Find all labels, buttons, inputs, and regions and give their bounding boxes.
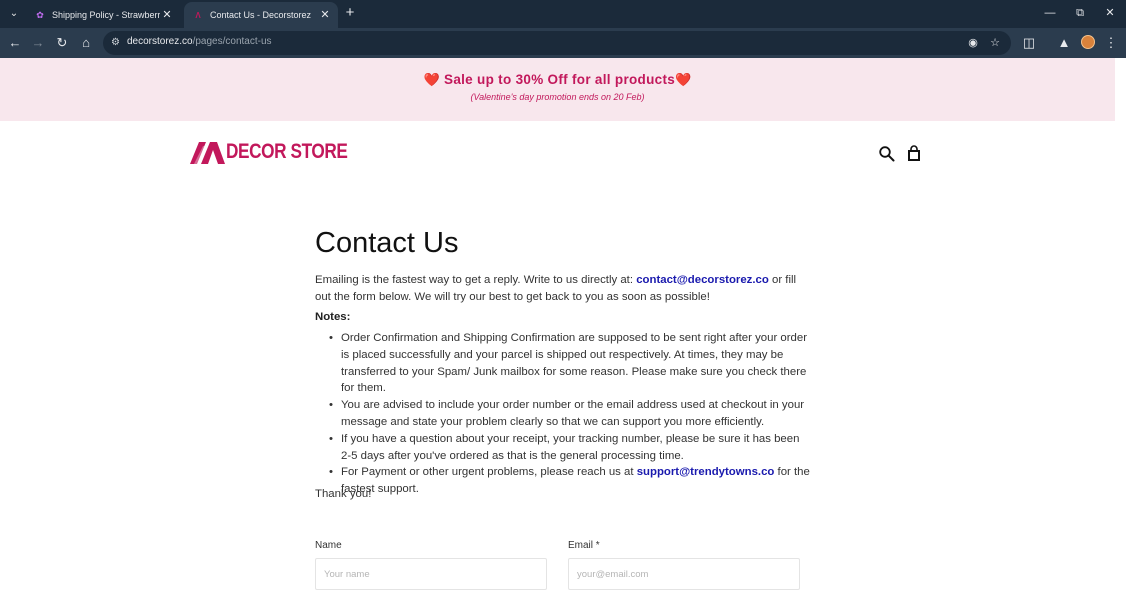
promo-banner: ❤️ Sale up to 30% Off for all products❤️…	[0, 58, 1115, 121]
minimize-icon[interactable]: —	[1040, 4, 1060, 22]
heart-icon: ❤️	[423, 72, 440, 87]
reload-icon[interactable]: ↻	[53, 34, 71, 52]
address-bar[interactable]: ⚙ decorstorez.co/pages/contact-us ◉ ☆	[103, 31, 1011, 55]
notes-list: Order Confirmation and Shipping Confirma…	[315, 330, 810, 498]
browser-menu-icon[interactable]: ⋮	[1102, 34, 1120, 52]
restore-icon[interactable]: ⧉	[1070, 4, 1090, 22]
logo-text: DECOR STORE	[226, 140, 348, 163]
home-icon[interactable]: ⌂	[77, 34, 95, 52]
name-label: Name	[315, 540, 342, 551]
site-header: DECOR STORE	[0, 121, 1115, 187]
tab-title: Contact Us - Decorstorez	[210, 10, 312, 20]
tab-contact-us[interactable]: Λ Contact Us - Decorstorez ✕	[184, 2, 338, 28]
promo-text: Sale up to 30% Off for all products	[444, 72, 676, 87]
decorstore-favicon-icon: Λ	[195, 10, 201, 20]
heart-icon: ❤️	[675, 72, 692, 87]
name-input[interactable]	[315, 558, 547, 590]
logo-mark-icon	[190, 142, 225, 164]
email-label: Email *	[568, 540, 600, 551]
list-item: Order Confirmation and Shipping Confirma…	[315, 330, 810, 397]
page-title: Contact Us	[315, 227, 459, 259]
browser-toolbar: ← → ↻ ⌂ ⚙ decorstorez.co/pages/contact-u…	[0, 28, 1126, 58]
forward-icon[interactable]: →	[29, 34, 47, 52]
url-text[interactable]: decorstorez.co/pages/contact-us	[127, 36, 272, 47]
list-item: You are advised to include your order nu…	[315, 397, 810, 431]
site-info-icon[interactable]: ⚙	[111, 35, 125, 51]
search-icon[interactable]	[878, 145, 896, 163]
tab-shipping-policy[interactable]: ✿ Shipping Policy - Strawberrycity ✕	[26, 2, 180, 28]
intro-paragraph: Emailing is the fastest way to get a rep…	[315, 274, 797, 303]
support-email-link[interactable]: support@trendytowns.co	[637, 466, 775, 478]
labs-flask-icon[interactable]: ▲	[1055, 34, 1073, 52]
contact-email-link[interactable]: contact@decorstorez.co	[636, 274, 769, 286]
strawberrycity-favicon-icon: ✿	[36, 9, 44, 20]
back-icon[interactable]: ←	[6, 34, 24, 52]
close-tab-icon[interactable]: ✕	[160, 8, 174, 22]
browser-tab-strip: ⌄ ✿ Shipping Policy - Strawberrycity ✕ Λ…	[0, 0, 1126, 28]
close-tab-icon[interactable]: ✕	[318, 8, 332, 22]
email-input[interactable]	[568, 558, 800, 590]
page-scrollbar[interactable]	[1115, 58, 1126, 602]
tab-search-icon[interactable]: ⌄	[6, 6, 22, 22]
store-logo[interactable]: DECOR STORE	[190, 140, 374, 164]
profile-avatar[interactable]	[1081, 35, 1095, 49]
extensions-icon[interactable]: ◫	[1020, 34, 1038, 52]
tab-title: Shipping Policy - Strawberrycity	[52, 10, 160, 20]
list-item: If you have a question about your receip…	[315, 431, 810, 465]
promo-headline: ❤️ Sale up to 30% Off for all products❤️	[0, 72, 1115, 88]
new-tab-icon[interactable]: +	[342, 5, 358, 21]
promo-subtext: (Valentine's day promotion ends on 20 Fe…	[470, 92, 645, 102]
eye-off-icon[interactable]: ◉	[965, 35, 981, 51]
bookmark-star-icon[interactable]: ☆	[987, 35, 1003, 51]
shopping-bag-icon[interactable]	[905, 145, 923, 163]
list-item: For Payment or other urgent problems, pl…	[315, 464, 810, 498]
close-window-icon[interactable]: ✕	[1100, 4, 1120, 22]
notes-heading: Notes:	[315, 311, 351, 323]
thank-you-text: Thank you!	[315, 488, 372, 500]
